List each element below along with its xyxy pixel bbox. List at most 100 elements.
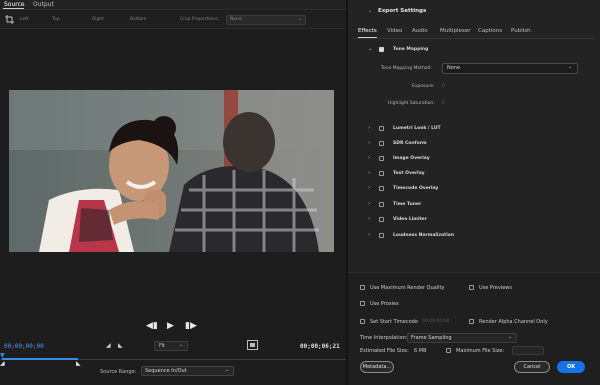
effect-row[interactable]: › Time Tuner — [348, 201, 600, 213]
ok-button[interactable]: OK — [557, 361, 585, 373]
tab-output[interactable]: Output — [33, 1, 54, 8]
effect-row[interactable]: › Loudness Normalization — [348, 232, 600, 244]
highlight-saturation-value[interactable]: 0 — [442, 101, 445, 106]
effect-checkbox[interactable] — [379, 171, 384, 176]
effect-label: Loudness Normalization — [393, 233, 455, 238]
chevron-down-icon[interactable]: ⌄ — [368, 46, 373, 52]
crop-right-label: Right — [92, 17, 104, 22]
chevron-right-icon[interactable]: › — [368, 125, 370, 131]
in-point-handle[interactable]: ◢ — [0, 360, 5, 367]
source-range-select[interactable]: Sequence In/Out — [141, 366, 234, 376]
set-start-timecode-label: Set Start Timecode — [370, 319, 418, 325]
render-alpha-label: Render Alpha Channel Only — [479, 319, 548, 325]
active-tab-indicator — [3, 8, 24, 9]
effect-label: Image Overlay — [393, 156, 430, 161]
tab-video[interactable]: Video — [387, 28, 402, 34]
effect-row[interactable]: › Text Overlay — [348, 170, 600, 182]
chevron-right-icon[interactable]: › — [368, 201, 370, 207]
step-forward-button[interactable]: ▮▶ — [185, 321, 197, 331]
set-start-timecode-checkbox[interactable] — [360, 319, 365, 324]
effect-row[interactable]: › Timecode Overlay — [348, 185, 600, 197]
effect-label: Timecode Overlay — [393, 186, 439, 191]
effect-label: SDR Conform — [393, 141, 427, 146]
tab-audio[interactable]: Audio — [412, 28, 428, 34]
effect-row-tone-mapping[interactable]: ⌄ Tone Mapping — [348, 46, 600, 58]
effect-label: Text Overlay — [393, 171, 425, 176]
step-back-button[interactable]: ◀▮ — [146, 321, 158, 331]
aspect-ratio-icon[interactable] — [247, 340, 258, 350]
estimated-file-size-label: Estimated File Size: — [360, 348, 409, 354]
mark-in-icon[interactable]: ◢ — [106, 342, 111, 349]
chevron-down-icon: ⌄ — [179, 342, 184, 348]
tab-captions[interactable]: Captions — [478, 28, 502, 34]
chevron-right-icon[interactable]: › — [368, 170, 370, 176]
tone-mapping-method-select[interactable]: None — [442, 63, 578, 74]
max-render-quality-checkbox[interactable] — [360, 285, 365, 290]
chevron-right-icon[interactable]: › — [368, 155, 370, 161]
use-proxies-label: Use Proxies — [370, 301, 399, 307]
start-timecode-value[interactable]: 00;00;00;00 — [422, 319, 449, 324]
use-proxies-checkbox[interactable] — [360, 301, 365, 306]
video-frame-image — [9, 90, 334, 252]
tone-mapping-method-label: Tone Mapping Method: — [381, 66, 432, 71]
duration-timecode: 00;00;06;21 — [300, 343, 340, 350]
estimated-file-size-value: 6 MB — [414, 348, 427, 354]
export-settings-header[interactable]: Export Settings — [378, 8, 426, 14]
crop-bottom-label: Bottom — [130, 17, 147, 22]
effect-checkbox[interactable] — [379, 186, 384, 191]
tone-mapping-checkbox[interactable] — [379, 47, 384, 52]
play-button[interactable]: ▶ — [167, 321, 174, 331]
chevron-down-icon: ⌄ — [568, 64, 573, 70]
effect-row[interactable]: › Video Limiter — [348, 216, 600, 228]
chevron-right-icon[interactable]: › — [368, 232, 370, 238]
chevron-right-icon[interactable]: › — [369, 9, 371, 15]
tab-publish[interactable]: Publish — [511, 28, 531, 34]
out-point-handle[interactable]: ◣ — [76, 360, 81, 367]
effect-label: Video Limiter — [393, 217, 427, 222]
effect-checkbox[interactable] — [379, 217, 384, 222]
chevron-right-icon[interactable]: › — [368, 216, 370, 222]
render-alpha-checkbox[interactable] — [469, 319, 474, 324]
effect-label: Tone Mapping — [393, 47, 429, 52]
exposure-value[interactable]: 0 — [442, 84, 445, 89]
cancel-button[interactable]: Cancel — [514, 361, 550, 373]
chevron-right-icon[interactable]: › — [368, 140, 370, 146]
tab-multiplexer[interactable]: Multiplexer — [440, 28, 470, 34]
crop-proportions-label: Crop Proportions: — [180, 17, 220, 22]
chevron-down-icon: ⌄ — [508, 334, 513, 340]
crop-proportions-select[interactable]: None — [226, 15, 306, 25]
tab-source[interactable]: Source — [4, 1, 25, 8]
chevron-down-icon: ⌄ — [298, 16, 303, 22]
max-file-size-input[interactable] — [512, 346, 544, 355]
effect-checkbox[interactable] — [379, 202, 384, 207]
highlight-saturation-label: Highlight Saturation: — [388, 101, 435, 106]
exposure-label: Exposure: — [412, 84, 435, 89]
tab-effects[interactable]: Effects — [358, 28, 377, 34]
use-previews-label: Use Previews — [479, 285, 512, 291]
effect-row[interactable]: › SDR Conform — [348, 140, 600, 152]
effect-checkbox[interactable] — [379, 233, 384, 238]
max-render-quality-label: Use Maximum Render Quality — [370, 285, 445, 291]
video-preview — [9, 90, 334, 252]
source-range-label: Source Range: — [100, 369, 137, 375]
effect-row[interactable]: › Lumetri Look / LUT — [348, 125, 600, 137]
max-file-size-label: Maximum File Size: — [456, 348, 505, 354]
current-timecode: 00;00;00;00 — [4, 343, 44, 350]
chevron-down-icon: ⌄ — [225, 367, 230, 373]
effect-label: Lumetri Look / LUT — [393, 126, 441, 131]
effect-checkbox[interactable] — [379, 156, 384, 161]
crop-icon[interactable] — [5, 15, 14, 24]
max-file-size-checkbox[interactable] — [446, 348, 451, 353]
metadata-button[interactable]: Metadata... — [360, 361, 394, 373]
timeline-range-fill — [2, 358, 78, 360]
playhead-icon[interactable]: ▼ — [0, 352, 5, 359]
mark-out-icon[interactable]: ◣ — [118, 342, 123, 349]
use-previews-checkbox[interactable] — [469, 285, 474, 290]
effect-checkbox[interactable] — [379, 126, 384, 131]
chevron-right-icon[interactable]: › — [368, 185, 370, 191]
tabs-divider — [352, 38, 594, 39]
effect-row[interactable]: › Image Overlay — [348, 155, 600, 167]
effect-label: Time Tuner — [393, 202, 422, 207]
time-interpolation-select[interactable]: Frame Sampling — [407, 333, 517, 343]
effect-checkbox[interactable] — [379, 141, 384, 146]
